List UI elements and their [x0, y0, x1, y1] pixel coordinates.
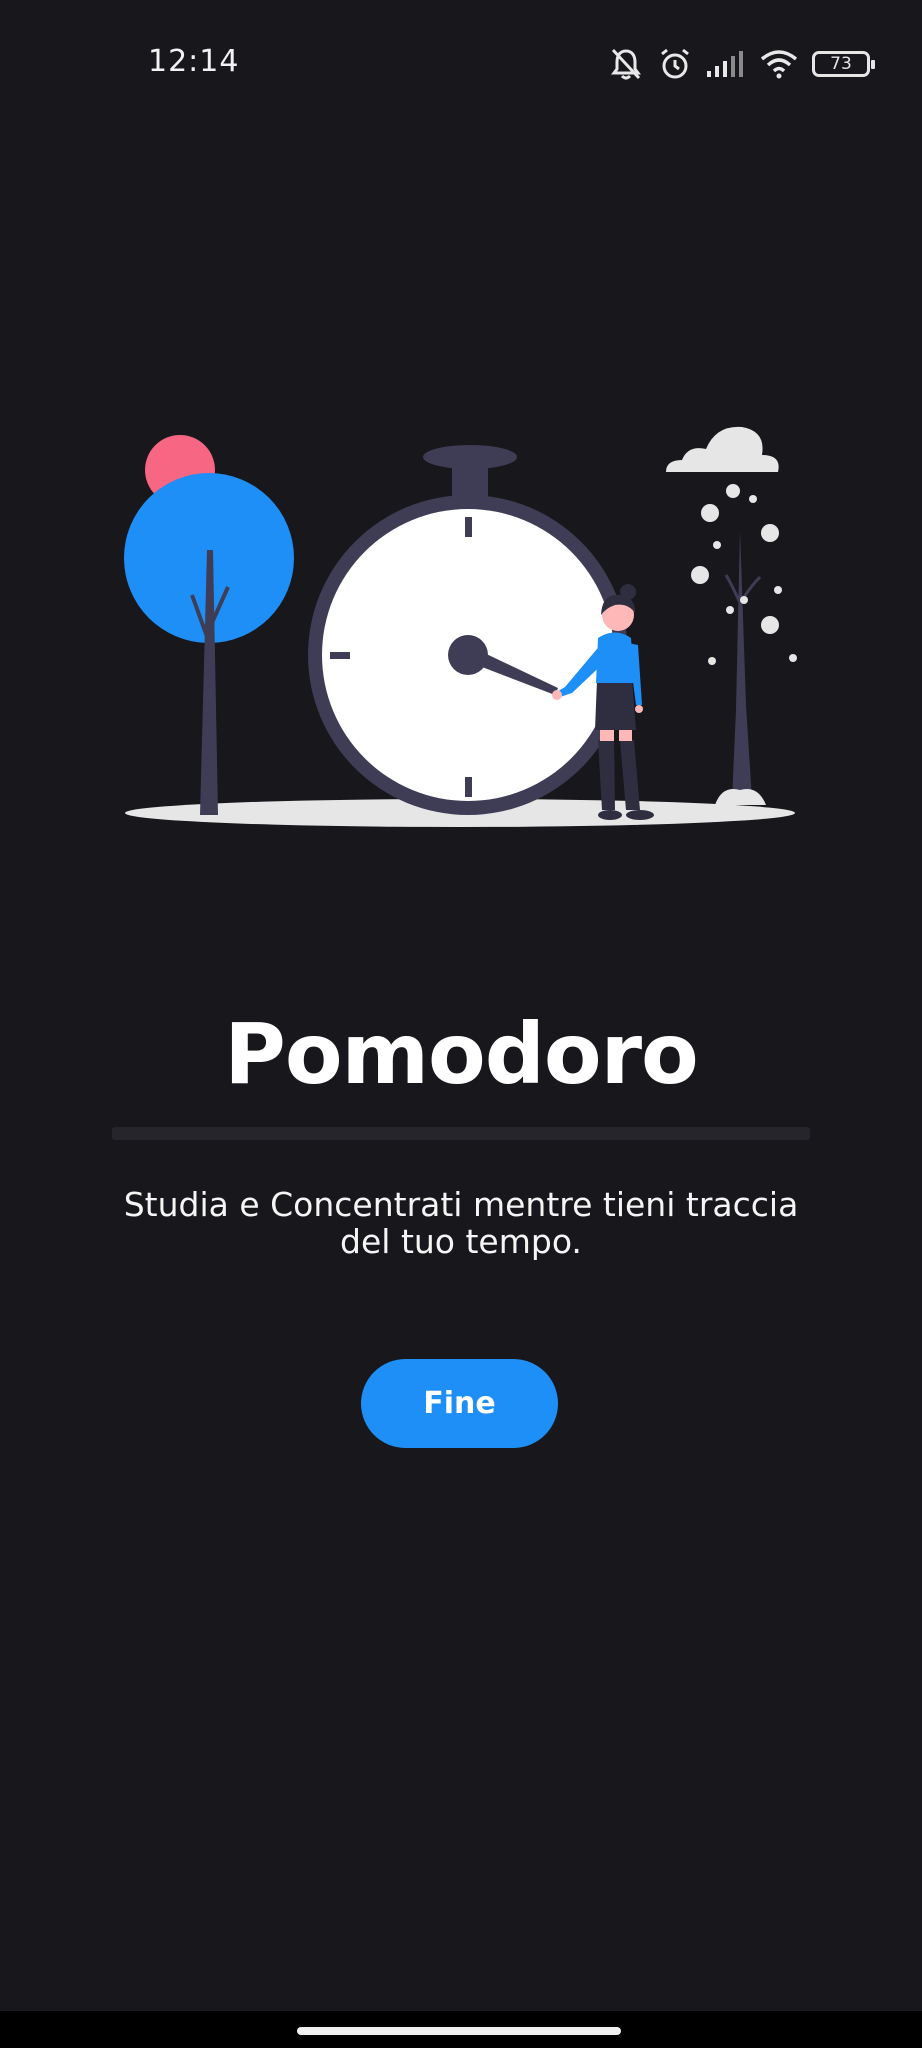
page-subtitle: Studia e Concentrati mentre tieni tracci… — [123, 1185, 799, 1261]
wifi-icon — [760, 50, 798, 79]
status-icons: 73 — [608, 44, 875, 84]
onboarding-screen: 12:14 73 Pomodoro Studia e Concentrati m… — [0, 0, 922, 2048]
status-bar: 12:14 73 — [0, 0, 922, 120]
system-nav-bar — [0, 2011, 922, 2048]
stopwatch-illustration — [124, 426, 797, 827]
battery-level: 73 — [830, 53, 852, 74]
done-button[interactable]: Fine — [361, 1359, 558, 1448]
battery-icon: 73 — [812, 51, 875, 77]
mute-icon — [611, 48, 641, 80]
home-indicator[interactable] — [297, 2027, 621, 2035]
alarm-icon — [661, 48, 689, 79]
cloud — [666, 426, 779, 472]
page-title: Pomodoro — [224, 1005, 698, 1103]
status-time: 12:14 — [148, 44, 240, 79]
divider — [112, 1127, 810, 1140]
signal-icon — [707, 51, 743, 77]
